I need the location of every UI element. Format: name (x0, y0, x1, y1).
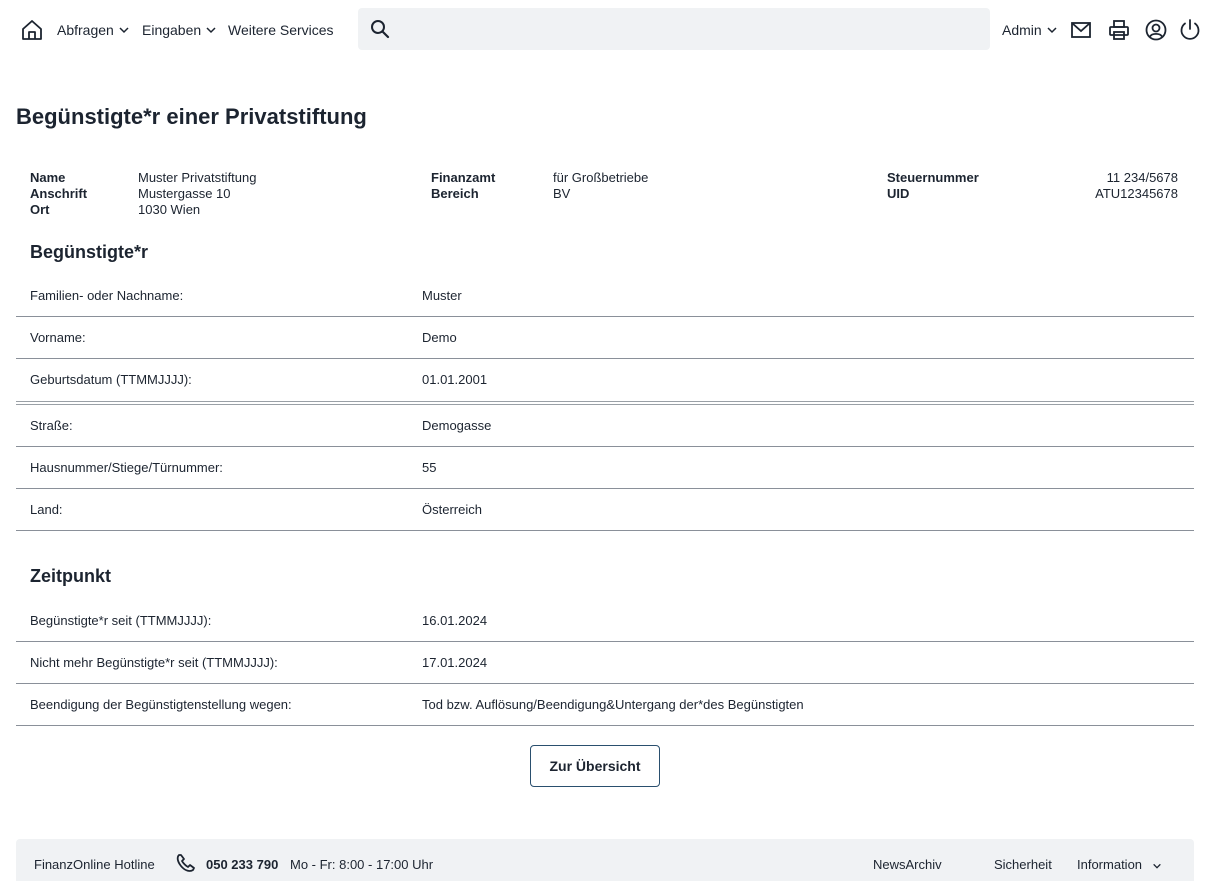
row-label: Vorname: (30, 330, 86, 345)
table-row: Beendigung der Begünstigtenstellung wege… (16, 684, 1194, 726)
row-value: 55 (422, 460, 437, 475)
phone-number[interactable]: 050 233 790 (206, 857, 278, 872)
row-label: Geburtsdatum (TTMMJJJJ): (30, 372, 192, 387)
row-value: Demo (422, 330, 457, 345)
nav-abfragen-label: Abfragen (57, 22, 114, 38)
search-icon[interactable] (370, 19, 390, 39)
row-value: 16.01.2024 (422, 613, 488, 628)
table-row: Land: Österreich (16, 489, 1194, 531)
nav-weitere-services-label: Weitere Services (228, 22, 334, 38)
row-label: Familien- oder Nachname: (30, 288, 184, 303)
row-value: 01.01.2001 (422, 372, 488, 387)
row-label: Begünstigte*r seit (TTMMJJJJ): (30, 613, 212, 628)
power-icon[interactable] (1178, 18, 1202, 42)
nav-eingaben[interactable]: Eingaben (142, 22, 217, 38)
meta-area-label: Bereich (431, 186, 479, 201)
meta-tax-number-label: Steuernummer (887, 170, 979, 185)
phone-icon (176, 854, 195, 872)
search-bar (358, 8, 990, 50)
footer-link-information[interactable]: Information (1077, 857, 1162, 872)
footer-link-sicherheit[interactable]: Sicherheit (994, 857, 1052, 872)
user-icon[interactable] (1144, 18, 1168, 42)
footer-link-newsarchiv[interactable]: NewsArchiv (873, 857, 942, 872)
admin-menu[interactable]: Admin (1002, 22, 1058, 38)
row-label: Beendigung der Begünstigtenstellung wege… (30, 697, 292, 712)
meta-uid-label: UID (887, 186, 910, 201)
hotline-hours: Mo - Fr: 8:00 - 17:00 Uhr (290, 857, 434, 872)
row-label: Nicht mehr Begünstigte*r seit (TTMMJJJJ)… (30, 655, 278, 670)
table-row: Familien- oder Nachname: Muster (16, 275, 1194, 317)
meta-tax-number-value: 11 234/5678 (1106, 170, 1178, 185)
section-heading-timing: Zeitpunkt (30, 566, 111, 586)
chevron-down-icon (119, 27, 129, 34)
table-row: Hausnummer/Stiege/Türnummer: 55 (16, 447, 1194, 489)
row-value: Österreich (422, 502, 482, 517)
chevron-down-icon (206, 27, 216, 34)
top-navigation: Abfragen Eingaben Weitere Services Admin (0, 0, 1208, 60)
overview-button[interactable]: Zur Übersicht (530, 745, 660, 787)
meta-city-label: Ort (30, 202, 50, 217)
meta-address-value: Mustergasse 10 (138, 186, 231, 201)
meta-uid-value: ATU12345678 (1095, 186, 1178, 201)
meta-tax-office-value: für Großbetriebe (553, 170, 649, 185)
row-label: Land: (30, 502, 63, 517)
table-row: Straße: Demogasse (16, 405, 1194, 447)
footer-link-information-label: Information (1077, 857, 1143, 872)
meta-city-value: 1030 Wien (138, 202, 201, 217)
row-label: Hausnummer/Stiege/Türnummer: (30, 460, 223, 475)
nav-eingaben-label: Eingaben (142, 22, 202, 38)
hotline-label: FinanzOnline Hotline (34, 857, 155, 872)
timing-table: Begünstigte*r seit (TTMMJJJJ): 16.01.202… (16, 600, 1194, 726)
chevron-down-icon (1152, 863, 1161, 869)
table-row: Geburtsdatum (TTMMJJJJ): 01.01.2001 (16, 359, 1194, 405)
chevron-down-icon (1047, 27, 1057, 34)
mail-icon[interactable] (1069, 18, 1093, 42)
meta-name-label: Name (30, 170, 66, 185)
row-value: Muster (422, 288, 462, 303)
home-icon[interactable] (20, 18, 44, 42)
meta-tax-office-label: Finanzamt (431, 170, 496, 185)
beneficiary-table: Familien- oder Nachname: Muster Vorname:… (16, 275, 1194, 531)
row-value: 17.01.2024 (422, 655, 488, 670)
nav-abfragen[interactable]: Abfragen (57, 22, 130, 38)
table-row: Nicht mehr Begünstigte*r seit (TTMMJJJJ)… (16, 642, 1194, 684)
nav-weitere-services[interactable]: Weitere Services (228, 22, 334, 38)
meta-area-value: BV (553, 186, 571, 201)
meta-address-label: Anschrift (30, 186, 88, 201)
printer-icon[interactable] (1107, 18, 1131, 42)
admin-label: Admin (1002, 22, 1042, 38)
table-row: Begünstigte*r seit (TTMMJJJJ): 16.01.202… (16, 600, 1194, 642)
search-input[interactable] (390, 8, 990, 50)
section-heading-beneficiary: Begünstigte*r (30, 242, 149, 262)
footer: FinanzOnline Hotline 050 233 790 Mo - Fr… (16, 839, 1194, 881)
table-row: Vorname: Demo (16, 317, 1194, 359)
row-label: Straße: (30, 418, 73, 433)
row-value: Demogasse (422, 418, 492, 433)
meta-name-value: Muster Privatstiftung (138, 170, 257, 185)
row-value: Tod bzw. Auflösung/Beendigung&Untergang … (422, 697, 804, 712)
page-title: Begünstigte*r einer Privatstiftung (16, 104, 367, 129)
